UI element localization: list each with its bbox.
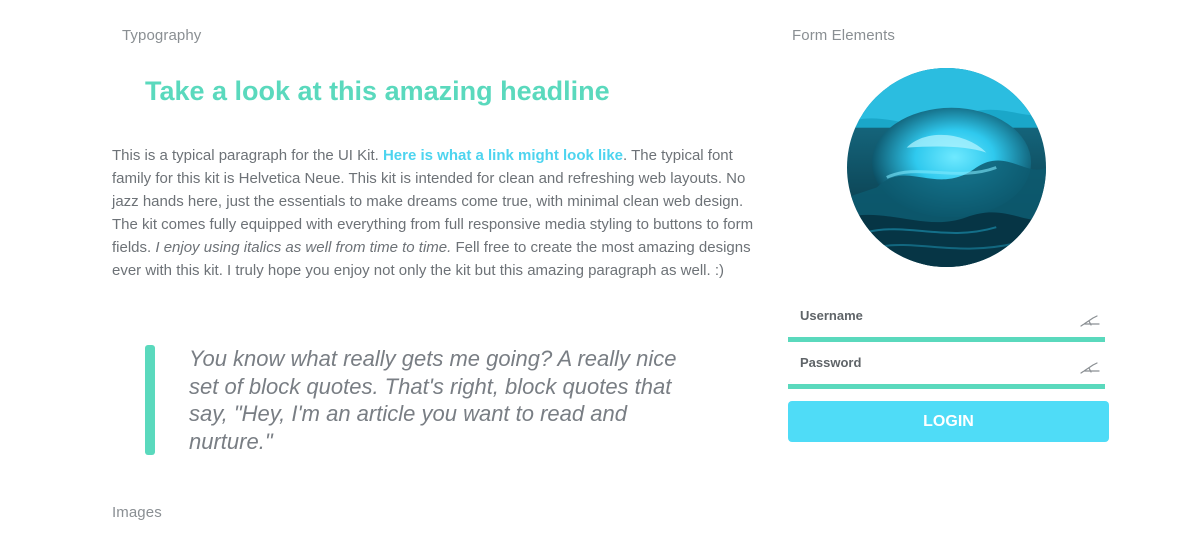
avatar-image — [847, 68, 1046, 267]
username-field[interactable]: Username — [788, 301, 1105, 342]
section-label-images: Images — [112, 504, 162, 521]
ui-kit-page: Typography Form Elements Take a look at … — [0, 0, 1200, 550]
paragraph-text: This is a typical paragraph for the UI K… — [112, 147, 383, 164]
block-quote-text: You know what really gets me going? A re… — [189, 346, 677, 454]
password-field[interactable]: Password — [788, 348, 1105, 389]
block-quote: You know what really gets me going? A re… — [145, 345, 685, 455]
pen-icon — [1079, 313, 1101, 329]
ocean-wave-image — [847, 68, 1046, 267]
block-quote-bar — [145, 345, 155, 455]
section-label-form-elements: Form Elements — [792, 27, 895, 44]
pen-icon — [1079, 360, 1101, 376]
sample-link[interactable]: Here is what a link might look like — [383, 147, 623, 164]
username-label: Username — [800, 308, 863, 323]
headline: Take a look at this amazing headline — [145, 76, 610, 106]
section-label-typography: Typography — [122, 27, 202, 44]
password-label: Password — [800, 355, 862, 370]
body-paragraph: This is a typical paragraph for the UI K… — [112, 144, 772, 282]
paragraph-italic-text: I enjoy using italics as well from time … — [155, 239, 452, 256]
login-button[interactable]: LOGIN — [788, 401, 1109, 442]
